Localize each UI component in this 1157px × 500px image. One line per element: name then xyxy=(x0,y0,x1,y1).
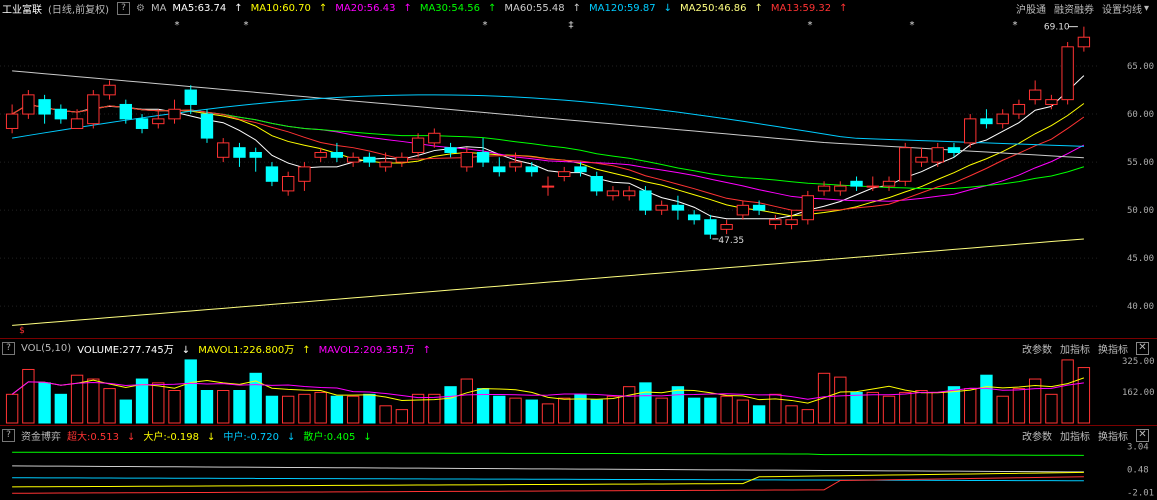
trend-arrow-icon: ↓ xyxy=(207,431,216,443)
trend-arrow-icon: ↓ xyxy=(181,344,191,356)
flow-indicator-3: 散户:0.405 xyxy=(303,431,356,443)
vol-tools: 改参数 加指标 换指标 ✕ xyxy=(1022,340,1157,356)
adjust-mode: (日线,前复权) xyxy=(48,4,109,16)
trend-arrow-icon: ↑ xyxy=(302,344,311,356)
trend-arrow-icon: ↓ xyxy=(663,2,672,14)
set-ma-button[interactable]: 设置均线 xyxy=(1102,1,1142,16)
trend-arrow-icon: ↑ xyxy=(234,2,243,14)
price-header: 工业富联 (日线,前复权) ? ⚙ MA MA5:63.74 ↑ MA10:60.7… xyxy=(0,0,1157,16)
edit-params-button[interactable]: 改参数 xyxy=(1022,341,1052,356)
ma-indicator-3: MA30:54.56 xyxy=(419,2,481,14)
add-indicator-button[interactable]: 加指标 xyxy=(1060,341,1090,356)
flow-indicator-list: 超大:0.513 ↓ 大户:-0.198 ↓ 中户:-0.720 ↓ 散户:0.405 ↓ xyxy=(67,428,380,443)
flow-tools: 改参数 加指标 换指标 ✕ xyxy=(1022,427,1157,443)
trend-arrow-icon: ↓ xyxy=(287,431,296,443)
trend-arrow-icon: ↑ xyxy=(754,2,763,14)
volume-panel[interactable]: ? VOL(5,10) VOLUME:277.745万 ↓ MAVOL1:226.8… xyxy=(0,340,1157,425)
trend-arrow-icon: ↑ xyxy=(403,2,412,14)
vol-indicator-list: VOLUME:277.745万 ↓ MAVOL1:226.800万 ↑ MAVOL2:2… xyxy=(77,341,439,356)
flow-indicator-2: 中户:-0.720 xyxy=(223,431,279,443)
ma-indicator-0: MA5:63.74 xyxy=(172,2,227,14)
margin-trading-link[interactable]: 融资融券 xyxy=(1054,1,1094,16)
trend-arrow-icon: ↑ xyxy=(422,344,432,356)
trend-arrow-icon: ↑ xyxy=(318,2,328,14)
flow-title: 资金博弈 xyxy=(21,431,61,443)
price-divider xyxy=(0,338,1157,339)
ma-indicator-7: MA13:59.32 xyxy=(770,2,832,14)
vol-header: ? VOL(5,10) VOLUME:277.745万 ↓ MAVOL1:226.8… xyxy=(0,340,1157,356)
chevron-down-icon[interactable]: ▾ xyxy=(1144,3,1149,14)
stock-name[interactable]: 工业富联 xyxy=(2,1,42,16)
hk-connect-link[interactable]: 沪股通 xyxy=(1016,1,1046,16)
trend-arrow-icon: ↑ xyxy=(839,2,848,14)
ma-indicator-2: MA20:56.43 xyxy=(335,2,396,14)
close-icon[interactable]: ✕ xyxy=(1136,341,1149,355)
close-icon[interactable]: ✕ xyxy=(1136,428,1149,442)
trend-arrow-icon: ↓ xyxy=(127,431,136,443)
vol-title: VOL(5,10) xyxy=(21,342,72,354)
trend-arrow-icon: ↓ xyxy=(363,431,372,443)
switch-indicator-button[interactable]: 换指标 xyxy=(1098,428,1128,443)
flow-header: ? 资金博弈 超大:0.513 ↓ 大户:-0.198 ↓ 中户:-0.720 ↓ 散户:0… xyxy=(0,427,1157,443)
trend-arrow-icon: ↑ xyxy=(572,2,582,14)
ma-indicator-6: MA250:46.86 xyxy=(679,2,747,14)
ma-tag: MA xyxy=(150,2,167,14)
ma-indicator-1: MA10:60.70 xyxy=(250,2,311,14)
ma-indicator-4: MA60:55.48 xyxy=(504,2,565,14)
vol-divider xyxy=(0,425,1157,426)
gear-icon[interactable]: ⚙ xyxy=(136,3,145,14)
add-indicator-button[interactable]: 加指标 xyxy=(1060,428,1090,443)
price-panel[interactable]: 工业富联 (日线,前复权) ? ⚙ MA MA5:63.74 ↑ MA10:60.7… xyxy=(0,0,1157,338)
vol-indicator-2: MAVOL2:209.351万 xyxy=(318,344,415,356)
flow-indicator-0: 超大:0.513 xyxy=(67,431,119,443)
switch-indicator-button[interactable]: 换指标 xyxy=(1098,341,1128,356)
help-icon[interactable]: ? xyxy=(116,1,130,15)
ma-indicator-5: MA120:59.87 xyxy=(589,2,656,14)
flow-panel[interactable]: ? 资金博弈 超大:0.513 ↓ 大户:-0.198 ↓ 中户:-0.720 ↓ 散户:0… xyxy=(0,427,1157,500)
flow-indicator-1: 大户:-0.198 xyxy=(143,431,199,443)
vol-indicator-1: MAVOL1:226.800万 xyxy=(198,344,295,356)
vol-indicator-0: VOLUME:277.745万 xyxy=(77,344,174,356)
edit-params-button[interactable]: 改参数 xyxy=(1022,428,1052,443)
trend-arrow-icon: ↑ xyxy=(488,2,497,14)
price-tools: 沪股通 融资融券 设置均线 ▾ xyxy=(1016,0,1157,16)
help-icon[interactable]: ? xyxy=(2,341,15,355)
ma-indicator-list: MA5:63.74 ↑ MA10:60.70 ↑ MA20:56.43 ↑ MA30:54.… xyxy=(172,3,855,14)
help-icon[interactable]: ? xyxy=(2,428,15,442)
